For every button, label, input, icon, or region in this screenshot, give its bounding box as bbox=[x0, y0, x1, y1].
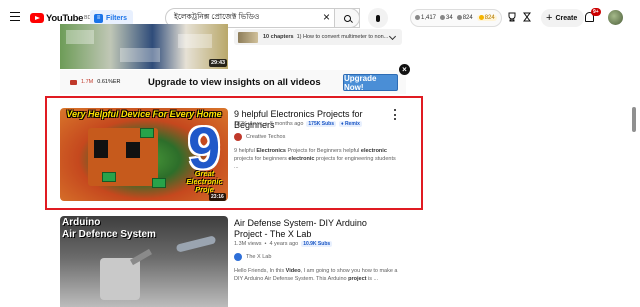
stat-subs: 34 bbox=[440, 14, 453, 21]
thumbnail-caption: Great Electronic Proje bbox=[186, 169, 223, 194]
stat-views: 1,417 bbox=[415, 14, 436, 21]
thumbnail-title: Arduino Air Defence System bbox=[62, 217, 156, 240]
banner-likes: 0.61%ER bbox=[97, 79, 121, 85]
video-meta: 1.3M views • 4 years ago 10.9K Subs bbox=[234, 241, 333, 247]
thumbnail-chip bbox=[126, 142, 140, 158]
thumbnail-terminal bbox=[140, 128, 154, 138]
channel-avatar bbox=[234, 253, 242, 261]
trophy-icon[interactable] bbox=[507, 12, 517, 22]
youtube-play-icon bbox=[30, 13, 44, 23]
video-title[interactable]: 9 helpful Electronics Projects for Begin… bbox=[234, 109, 394, 131]
upload-age: 4 years ago bbox=[269, 241, 299, 247]
video-description: Hello Friends, In this Video, I am going… bbox=[234, 268, 398, 282]
thumbnail-detail bbox=[178, 34, 212, 48]
search-query: ইলেকট্রনিক্স প্রোজেক্ট ভিডিও bbox=[174, 12, 260, 21]
meta-separator: • bbox=[264, 241, 267, 247]
video-thumbnail[interactable]: Very Helpful Device For Every Home 9 Gre… bbox=[60, 108, 228, 201]
voice-search-button[interactable] bbox=[368, 8, 388, 28]
chapters-count: 10 chapters bbox=[263, 34, 294, 40]
thumbnail-detail bbox=[120, 48, 160, 62]
search-button[interactable] bbox=[334, 8, 360, 28]
upload-age: 5 months ago bbox=[270, 121, 304, 127]
video-duration: 29:43 bbox=[209, 59, 228, 67]
extension-stats[interactable]: 1,417 34 824 824 bbox=[410, 9, 502, 27]
video-title[interactable]: Air Defense System- DIY Arduino Project … bbox=[234, 218, 394, 240]
previous-video-thumbnail[interactable] bbox=[60, 24, 228, 69]
channel-name: Creative Techos bbox=[246, 134, 286, 140]
banner-views: 1.7M bbox=[81, 79, 94, 85]
scrollbar[interactable] bbox=[632, 107, 636, 132]
user-icon bbox=[440, 14, 446, 20]
meta-separator: • bbox=[265, 121, 268, 127]
chapter-thumbnail bbox=[238, 31, 258, 43]
menu-icon[interactable] bbox=[10, 12, 20, 21]
filter-icon: ≡ bbox=[94, 13, 103, 23]
hourglass-icon[interactable] bbox=[522, 12, 532, 22]
create-label: Create bbox=[555, 14, 578, 22]
thumbnail-terminal bbox=[102, 172, 116, 182]
mic-icon bbox=[376, 14, 380, 22]
view-count: 182K views bbox=[234, 121, 263, 127]
thumbnail-terminal bbox=[152, 178, 166, 188]
plus-icon: + bbox=[546, 12, 553, 24]
remix-badge[interactable]: ♦ Remix bbox=[338, 121, 362, 127]
eye-icon bbox=[456, 14, 462, 20]
create-button[interactable]: + Create bbox=[541, 9, 585, 27]
video-description: 9 helpful Electronics Projects for Begin… bbox=[234, 148, 396, 170]
view-count: 1.3M views bbox=[234, 241, 262, 247]
close-icon[interactable]: × bbox=[399, 64, 410, 75]
eye-icon bbox=[415, 14, 420, 20]
channel-link[interactable]: The X Lab bbox=[234, 253, 271, 261]
upgrade-text: Upgrade to view insights on all videos bbox=[148, 77, 321, 88]
thumbnail-barrel bbox=[129, 248, 153, 266]
thumbnail-jet bbox=[175, 235, 217, 253]
banner-stats: 1.7M 0.61%ER bbox=[70, 79, 120, 85]
subs-badge: 10.9K Subs bbox=[301, 241, 333, 247]
more-options-icon[interactable] bbox=[393, 109, 396, 120]
filters-label: Filters bbox=[106, 14, 128, 22]
thumbnail-chip bbox=[94, 140, 108, 158]
stat-coins: 824 bbox=[476, 14, 497, 22]
chapters-text: 1) How to convert multimeter to non... bbox=[296, 34, 389, 40]
chapters-preview[interactable]: 10 chapters 1) How to convert multimeter… bbox=[234, 29, 402, 45]
clear-icon[interactable]: × bbox=[323, 11, 330, 23]
coin-icon bbox=[478, 14, 484, 20]
stat-watch: 824 bbox=[456, 14, 473, 21]
avatar[interactable] bbox=[608, 10, 623, 25]
upgrade-now-button[interactable]: Upgrade Now! bbox=[343, 74, 398, 92]
logo-text: YouTube bbox=[46, 12, 84, 24]
subs-badge: 175K Subs bbox=[306, 121, 336, 127]
video-meta: 182K views • 5 months ago 175K Subs ♦ Re… bbox=[234, 121, 362, 127]
channel-avatar bbox=[234, 133, 242, 141]
play-icon bbox=[70, 79, 77, 85]
video-duration: 23:16 bbox=[209, 193, 226, 201]
notification-badge: 9+ bbox=[591, 8, 601, 16]
thumbnail-detail bbox=[66, 30, 94, 44]
channel-link[interactable]: Creative Techos bbox=[234, 133, 285, 141]
video-thumbnail[interactable]: Arduino Air Defence System bbox=[60, 216, 228, 307]
search-icon bbox=[343, 14, 351, 22]
channel-name: The X Lab bbox=[246, 254, 272, 260]
